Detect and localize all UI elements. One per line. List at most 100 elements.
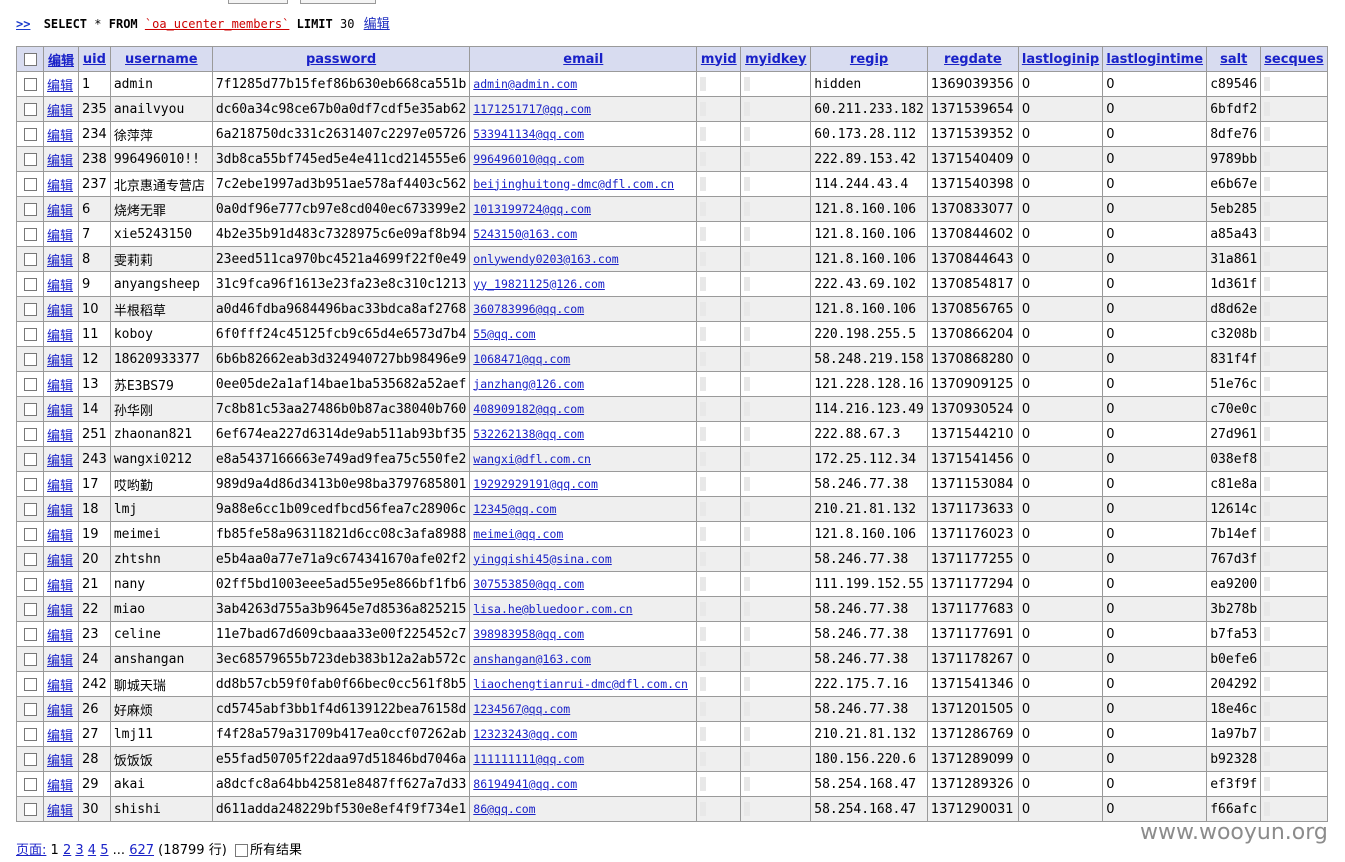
row-edit-link[interactable]: 编辑	[47, 804, 73, 819]
row-edit-link[interactable]: 编辑	[47, 579, 73, 594]
row-checkbox[interactable]	[23, 452, 37, 466]
col-header-regdate[interactable]: regdate	[926, 46, 1019, 72]
email-link[interactable]: wangxi@dfl.com.cn	[473, 452, 591, 466]
email-link[interactable]: 86194941@qq.com	[473, 777, 577, 791]
row-select-cell[interactable]	[16, 221, 44, 247]
row-select-cell[interactable]	[16, 671, 44, 697]
col-header-email[interactable]: email	[469, 46, 698, 72]
row-edit-link[interactable]: 编辑	[47, 554, 73, 569]
email-link[interactable]: 996496010@qq.com	[473, 152, 584, 166]
email-link[interactable]: yingqishi45@sina.com	[473, 552, 611, 566]
row-select-cell[interactable]	[16, 571, 44, 597]
row-checkbox[interactable]	[23, 302, 37, 316]
row-edit-link[interactable]: 编辑	[47, 379, 73, 394]
row-edit-link[interactable]: 编辑	[47, 654, 73, 669]
col-header-regip[interactable]: regip	[810, 46, 928, 72]
row-select-cell[interactable]	[16, 746, 44, 772]
email-link[interactable]: meimei@qq.com	[473, 527, 563, 541]
row-checkbox[interactable]	[23, 477, 37, 491]
row-select-cell[interactable]	[16, 546, 44, 572]
email-link[interactable]: 5243150@163.com	[473, 227, 577, 241]
row-edit-link[interactable]: 编辑	[47, 454, 73, 469]
row-select-cell[interactable]	[16, 71, 44, 97]
col-header-password[interactable]: password	[211, 46, 471, 72]
row-checkbox[interactable]	[23, 427, 37, 441]
row-select-cell[interactable]	[16, 521, 44, 547]
row-checkbox[interactable]	[23, 277, 37, 291]
col-header-myidkey[interactable]: myidkey	[740, 46, 812, 72]
select-all-checkbox[interactable]	[23, 52, 37, 66]
col-header-secques[interactable]: secques	[1260, 46, 1328, 72]
row-edit-link[interactable]: 编辑	[47, 779, 73, 794]
row-select-cell[interactable]	[16, 396, 44, 422]
row-edit-link[interactable]: 编辑	[47, 254, 73, 269]
col-header-username[interactable]: username	[109, 46, 213, 72]
all-results-checkbox[interactable]	[234, 844, 248, 857]
row-select-cell[interactable]	[16, 146, 44, 172]
col-header-uid[interactable]: uid	[78, 46, 111, 72]
email-link[interactable]: 360783996@qq.com	[473, 302, 584, 316]
top-input-stub[interactable]	[228, 0, 288, 4]
row-edit-link[interactable]: 编辑	[47, 504, 73, 519]
row-select-cell[interactable]	[16, 171, 44, 197]
row-checkbox[interactable]	[23, 702, 37, 716]
row-edit-link[interactable]: 编辑	[47, 429, 73, 444]
email-link[interactable]: liaochengtianrui-dmc@dfl.com.cn	[473, 677, 688, 691]
row-select-cell[interactable]	[16, 346, 44, 372]
row-checkbox[interactable]	[23, 552, 37, 566]
row-checkbox[interactable]	[23, 227, 37, 241]
row-checkbox[interactable]	[23, 752, 37, 766]
row-checkbox[interactable]	[23, 502, 37, 516]
pager-page-link[interactable]: 2	[63, 843, 71, 858]
row-edit-link[interactable]: 编辑	[47, 329, 73, 344]
row-checkbox[interactable]	[23, 77, 37, 91]
row-checkbox[interactable]	[23, 127, 37, 141]
row-edit-link[interactable]: 编辑	[47, 279, 73, 294]
email-link[interactable]: 533941134@qq.com	[473, 127, 584, 141]
email-link[interactable]: 19292929191@qq.com	[473, 477, 598, 491]
row-select-cell[interactable]	[16, 721, 44, 747]
row-select-cell[interactable]	[16, 321, 44, 347]
row-select-cell[interactable]	[16, 621, 44, 647]
col-header-lastlogintime[interactable]: lastlogintime	[1102, 46, 1208, 72]
row-edit-link[interactable]: 编辑	[47, 204, 73, 219]
email-link[interactable]: admin@admin.com	[473, 77, 577, 91]
row-select-cell[interactable]	[16, 646, 44, 672]
row-select-cell[interactable]	[16, 246, 44, 272]
col-header-lastloginip[interactable]: lastloginip	[1017, 46, 1104, 72]
row-edit-link[interactable]: 编辑	[47, 229, 73, 244]
row-select-cell[interactable]	[16, 371, 44, 397]
email-link[interactable]: yy_19821125@126.com	[473, 277, 605, 291]
row-checkbox[interactable]	[23, 402, 37, 416]
row-select-cell[interactable]	[16, 121, 44, 147]
email-link[interactable]: onlywendy0203@163.com	[473, 252, 618, 266]
row-edit-link[interactable]: 编辑	[47, 104, 73, 119]
row-select-cell[interactable]	[16, 96, 44, 122]
email-link[interactable]: 1013199724@qq.com	[473, 202, 591, 216]
email-link[interactable]: anshangan@163.com	[473, 652, 591, 666]
row-edit-link[interactable]: 编辑	[47, 729, 73, 744]
row-checkbox[interactable]	[23, 802, 37, 816]
email-link[interactable]: janzhang@126.com	[473, 377, 584, 391]
row-edit-link[interactable]: 编辑	[47, 179, 73, 194]
email-link[interactable]: lisa.he@bluedoor.com.cn	[473, 602, 632, 616]
row-checkbox[interactable]	[23, 677, 37, 691]
pager-page-link[interactable]: 5	[100, 843, 108, 858]
row-select-cell[interactable]	[16, 596, 44, 622]
row-edit-link[interactable]: 编辑	[47, 754, 73, 769]
row-checkbox[interactable]	[23, 327, 37, 341]
row-checkbox[interactable]	[23, 252, 37, 266]
row-select-cell[interactable]	[16, 496, 44, 522]
row-edit-link[interactable]: 编辑	[47, 354, 73, 369]
email-link[interactable]: 1068471@qq.com	[473, 352, 570, 366]
email-link[interactable]: 1234567@qq.com	[473, 702, 570, 716]
row-edit-link[interactable]: 编辑	[47, 629, 73, 644]
row-checkbox[interactable]	[23, 727, 37, 741]
row-select-cell[interactable]	[16, 296, 44, 322]
col-header-myid[interactable]: myid	[696, 46, 742, 72]
row-edit-link[interactable]: 编辑	[47, 604, 73, 619]
row-checkbox[interactable]	[23, 177, 37, 191]
email-link[interactable]: 398983958@qq.com	[473, 627, 584, 641]
email-link[interactable]: 12323243@qq.com	[473, 727, 577, 741]
sql-edit-link[interactable]: 编辑	[364, 17, 390, 32]
